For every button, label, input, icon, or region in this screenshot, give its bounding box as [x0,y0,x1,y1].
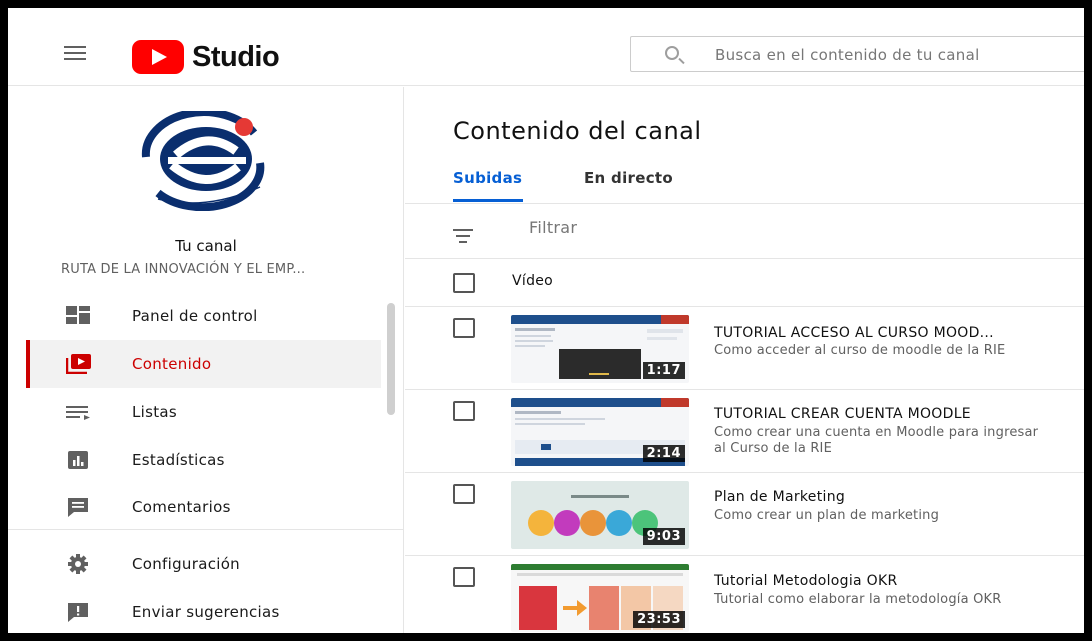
sidebar-item-settings[interactable]: Configuración [26,540,381,588]
row-divider [405,555,1084,556]
video-title[interactable]: Tutorial Metodologia OKR [714,573,898,589]
sidebar-item-label: Estadísticas [132,451,225,469]
logo-text: Studio [192,40,280,73]
feedback-icon [68,603,88,622]
video-thumbnail[interactable]: 1:17 [511,315,689,383]
top-bar: Studio Busca en el contenido de tu canal [8,8,1084,86]
video-duration: 23:53 [633,611,685,628]
active-tab-indicator [453,199,523,202]
column-header-video: Vídeo [512,273,554,289]
video-thumbnail[interactable]: 2:14 [511,398,689,466]
video-title[interactable]: TUTORIAL ACCESO AL CURSO MOOD... [714,325,994,341]
video-title[interactable]: TUTORIAL CREAR CUENTA MOODLE [714,406,971,422]
filter-divider [405,258,1084,259]
tabs-divider [405,203,1084,204]
sidebar-item-label: Listas [132,403,178,421]
youtube-play-icon [132,40,184,74]
sidebar-item-comments[interactable]: Comentarios [26,483,381,531]
video-thumbnail[interactable]: 9:03 [511,481,689,549]
sidebar-item-label: Panel de control [132,307,258,325]
channel-name: RUTA DE LA INNOVACIÓN Y EL EMP... [61,262,306,277]
sidebar-item-content[interactable]: Contenido [26,340,381,388]
search-input[interactable]: Busca en el contenido de tu canal [715,46,980,64]
video-duration: 2:14 [642,445,685,462]
sidebar-item-label: Enviar sugerencias [132,603,280,621]
content-icon [66,354,91,374]
video-description: Como acceder al curso de moodle de la RI… [714,343,1006,358]
sidebar-item-playlists[interactable]: Listas [26,388,381,436]
search-bar[interactable]: Busca en el contenido de tu canal [630,36,1084,72]
channel-title: Tu canal [175,237,237,255]
video-duration: 9:03 [642,528,685,545]
settings-icon [68,554,88,574]
row-checkbox[interactable] [453,318,475,338]
row-checkbox[interactable] [453,567,475,587]
sidebar-item-label: Configuración [132,555,240,573]
sidebar-item-dashboard[interactable]: Panel de control [26,292,381,340]
select-all-checkbox[interactable] [453,273,475,293]
sidebar-item-feedback[interactable]: Enviar sugerencias [26,588,381,633]
header-divider [405,306,1084,307]
menu-icon[interactable] [64,46,86,60]
row-checkbox[interactable] [453,484,475,504]
sidebar-item-label: Comentarios [132,498,231,516]
row-divider [405,389,1084,390]
video-description: Como crear un plan de marketing [714,508,940,523]
video-thumbnail[interactable]: 23:53 [511,564,689,632]
analytics-icon [68,451,88,469]
playlist-icon [66,406,90,420]
search-icon[interactable] [665,46,679,60]
tab-uploads[interactable]: Subidas [453,169,522,187]
main-content: Contenido del canal Subidas En directo F… [405,87,1084,633]
video-description: Como crear una cuenta en Moodle para ing… [714,425,1039,456]
filter-input[interactable]: Filtrar [529,218,577,237]
row-divider [405,472,1084,473]
sidebar-item-analytics[interactable]: Estadísticas [26,436,381,484]
row-checkbox[interactable] [453,401,475,421]
dashboard-icon [66,306,90,324]
sidebar-scrollbar[interactable] [387,303,395,415]
sidebar: Tu canal RUTA DE LA INNOVACIÓN Y EL EMP.… [8,87,404,633]
tab-live[interactable]: En directo [584,169,673,187]
filter-icon[interactable] [453,229,473,243]
channel-avatar[interactable] [136,111,276,211]
page-title: Contenido del canal [453,117,702,145]
sidebar-item-label: Contenido [132,355,212,373]
video-duration: 1:17 [642,362,685,379]
video-description: Tutorial como elaborar la metodología OK… [714,592,1002,607]
studio-logo[interactable]: Studio [132,40,280,74]
sidebar-divider [8,529,404,530]
app-window: Studio Busca en el contenido de tu canal… [8,8,1084,633]
comments-icon [68,498,88,517]
video-title[interactable]: Plan de Marketing [714,489,845,505]
